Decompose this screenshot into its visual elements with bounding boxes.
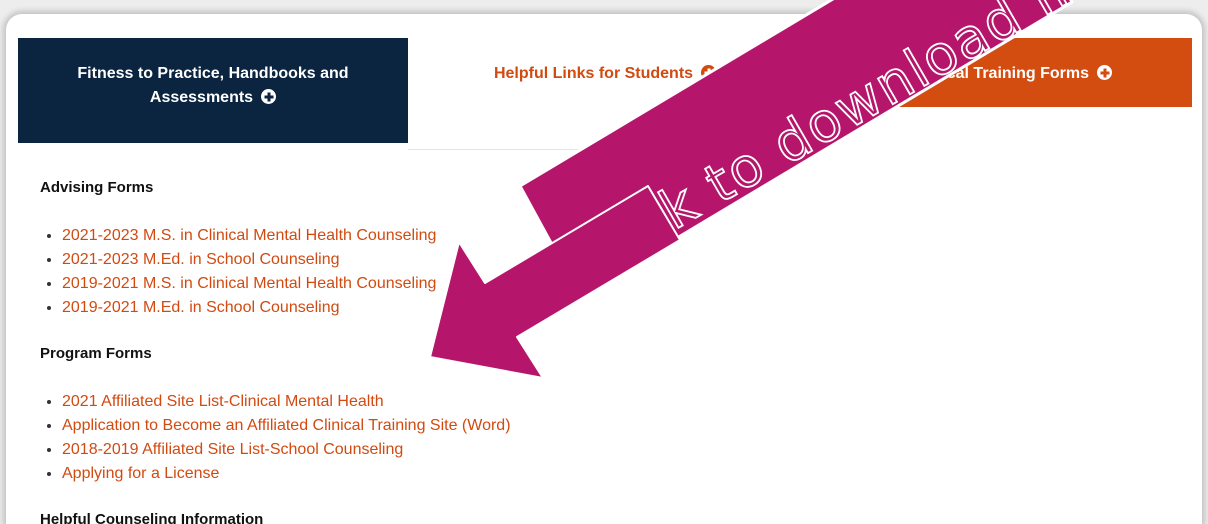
list-item: 2019-2021 M.Ed. in School Counseling xyxy=(62,296,436,320)
tab-label: Clinical Training Forms xyxy=(912,65,1089,82)
list-item: 2018-2019 Affiliated Site List-School Co… xyxy=(62,438,511,462)
list-item: 2021-2023 M.Ed. in School Counseling xyxy=(62,248,436,272)
section-heading: Helpful Counseling Information xyxy=(40,511,264,524)
list-item: 2019-2021 M.S. in Clinical Mental Health… xyxy=(62,272,436,296)
list-item: 2021-2023 M.S. in Clinical Mental Health… xyxy=(62,224,436,248)
form-link[interactable]: 2018-2019 Affiliated Site List-School Co… xyxy=(62,441,403,458)
form-link[interactable]: 2021-2023 M.S. in Clinical Mental Health… xyxy=(62,227,436,244)
page-card: Fitness to Practice, Handbooks and Asses… xyxy=(6,14,1202,524)
section-heading: Advising Forms xyxy=(40,179,154,196)
list-item: Applying for a License xyxy=(62,462,511,486)
form-link[interactable]: Applying for a License xyxy=(62,465,219,482)
advising-forms-list: 2021-2023 M.S. in Clinical Mental Health… xyxy=(40,224,436,320)
plus-circle-icon xyxy=(1097,65,1112,80)
tab-fitness-to-practice[interactable]: Fitness to Practice, Handbooks and Asses… xyxy=(18,38,408,143)
section-heading: Program Forms xyxy=(40,345,152,362)
form-link[interactable]: 2021-2023 M.Ed. in School Counseling xyxy=(62,251,340,268)
tab-helpful-links[interactable]: Helpful Links for Students xyxy=(408,38,802,150)
form-link[interactable]: 2019-2021 M.Ed. in School Counseling xyxy=(62,299,340,316)
plus-circle-icon xyxy=(261,89,277,104)
form-link[interactable]: 2019-2021 M.S. in Clinical Mental Health… xyxy=(62,275,436,292)
plus-circle-icon xyxy=(701,65,717,80)
accordion-tabs: Fitness to Practice, Handbooks and Asses… xyxy=(18,38,1192,150)
list-item: 2021 Affiliated Site List-Clinical Menta… xyxy=(62,390,511,414)
tab-clinical-training-forms[interactable]: Clinical Training Forms xyxy=(802,38,1192,107)
form-link[interactable]: Application to Become an Affiliated Clin… xyxy=(62,417,511,434)
tab-label: Fitness to Practice, Handbooks and Asses… xyxy=(77,65,349,106)
program-forms-list: 2021 Affiliated Site List-Clinical Menta… xyxy=(40,390,511,486)
form-link[interactable]: 2021 Affiliated Site List-Clinical Menta… xyxy=(62,393,384,410)
tab-label: Helpful Links for Students xyxy=(493,65,694,82)
list-item: Application to Become an Affiliated Clin… xyxy=(62,414,511,438)
